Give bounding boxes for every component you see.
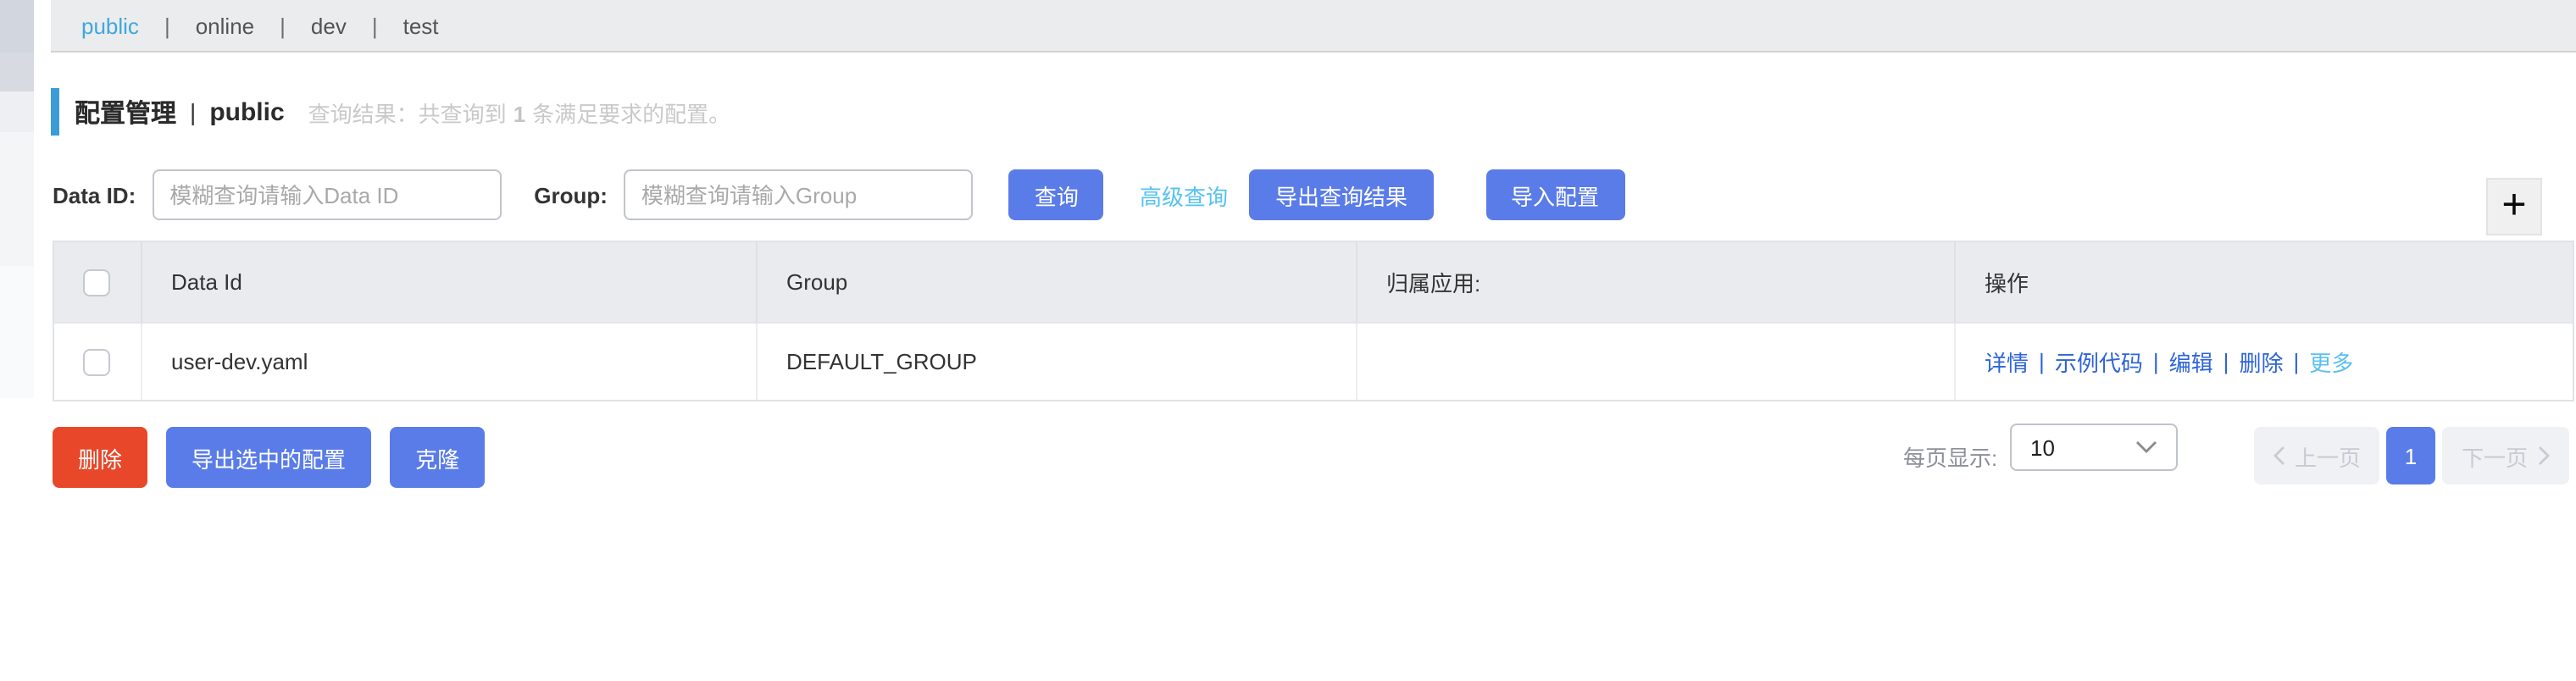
chevron-down-icon bbox=[2136, 441, 2157, 453]
action-separator: | bbox=[2039, 349, 2045, 374]
action-detail-link[interactable]: 详情 bbox=[1985, 346, 2029, 378]
row-checkbox[interactable] bbox=[83, 348, 110, 375]
action-sample-code-link[interactable]: 示例代码 bbox=[2055, 346, 2143, 378]
action-edit-link[interactable]: 编辑 bbox=[2169, 346, 2213, 378]
titlebar: 配置管理 | public 查询结果：共查询到 1 条满足要求的配置。 bbox=[51, 88, 730, 136]
current-page-button[interactable]: 1 bbox=[2386, 427, 2435, 484]
result-suffix: 条满足要求的配置。 bbox=[532, 101, 731, 126]
namespace-tab-online[interactable]: online bbox=[192, 13, 258, 38]
import-config-button[interactable]: 导入配置 bbox=[1485, 169, 1625, 220]
namespace-tabbar: public | online | dev | test bbox=[51, 0, 2576, 53]
group-input[interactable] bbox=[624, 169, 974, 220]
header-data-id: Data Id bbox=[142, 242, 758, 322]
header-group: Group bbox=[758, 242, 1357, 322]
export-results-button[interactable]: 导出查询结果 bbox=[1249, 169, 1433, 220]
left-strip-segment bbox=[0, 132, 34, 266]
prev-page-button[interactable]: 上一页 bbox=[2254, 427, 2379, 484]
export-selected-button[interactable]: 导出选中的配置 bbox=[166, 427, 372, 488]
left-strip-segment bbox=[0, 91, 34, 132]
header-checkbox-cell bbox=[54, 242, 142, 322]
search-form: Data ID: Group: 查询 高级查询 导出查询结果 导入配置 bbox=[53, 169, 1625, 220]
action-separator: | bbox=[2293, 349, 2300, 374]
page-size-value: 10 bbox=[2030, 435, 2055, 460]
cell-data-id: user-dev.yaml bbox=[142, 324, 758, 400]
next-page-label: 下一页 bbox=[2461, 445, 2528, 470]
tab-separator: | bbox=[280, 13, 286, 38]
table-header-row: Data Id Group 归属应用: 操作 bbox=[54, 242, 2573, 322]
data-id-label: Data ID: bbox=[53, 182, 136, 208]
app-root: public | online | dev | test 配置管理 | publ… bbox=[0, 0, 2576, 681]
group-label: Group: bbox=[534, 182, 608, 208]
action-delete-link[interactable]: 删除 bbox=[2239, 346, 2283, 378]
page-title: 配置管理 bbox=[75, 99, 177, 128]
header-actions: 操作 bbox=[1985, 271, 2029, 296]
cell-app bbox=[1357, 324, 1956, 400]
table-row: user-dev.yaml DEFAULT_GROUP 详情 | 示例代码 | … bbox=[54, 322, 2573, 400]
prev-page-label: 上一页 bbox=[2294, 445, 2361, 470]
tab-separator: | bbox=[164, 13, 170, 38]
cell-actions: 详情 | 示例代码 | 编辑 | 删除 | 更多 bbox=[1956, 324, 2573, 400]
bulk-actions: 删除 导出选中的配置 克隆 bbox=[53, 427, 486, 488]
delete-button[interactable]: 删除 bbox=[53, 427, 148, 488]
query-button[interactable]: 查询 bbox=[1008, 169, 1104, 220]
add-config-button[interactable]: + bbox=[2486, 178, 2542, 235]
plus-icon: + bbox=[2501, 180, 2527, 228]
clone-button[interactable]: 克隆 bbox=[390, 427, 486, 488]
config-table: Data Id Group 归属应用: 操作 user-dev.yaml DEF… bbox=[53, 241, 2574, 401]
left-strip-segment bbox=[0, 266, 34, 398]
select-all-checkbox[interactable] bbox=[83, 269, 110, 296]
result-count: 1 bbox=[513, 101, 526, 126]
namespace-tab-dev[interactable]: dev bbox=[308, 13, 350, 38]
title-accent-bar bbox=[51, 88, 59, 136]
row-checkbox-cell bbox=[54, 324, 142, 400]
header-app: 归属应用: bbox=[1357, 242, 1956, 322]
query-result-summary: 查询结果：共查询到 1 条满足要求的配置。 bbox=[308, 96, 731, 128]
namespace-tab-test[interactable]: test bbox=[400, 13, 442, 38]
current-namespace: public bbox=[209, 97, 285, 126]
result-prefix: 查询结果：共查询到 bbox=[308, 101, 507, 126]
data-id-input[interactable] bbox=[153, 169, 502, 220]
left-strip-segment bbox=[0, 0, 34, 53]
action-separator: | bbox=[2152, 349, 2159, 374]
cell-group: DEFAULT_GROUP bbox=[758, 324, 1357, 400]
page-size-select[interactable]: 10 bbox=[2010, 424, 2178, 471]
namespace-tab-public[interactable]: public bbox=[78, 13, 142, 38]
action-separator: | bbox=[2223, 349, 2229, 374]
advanced-query-link[interactable]: 高级查询 bbox=[1140, 179, 1228, 211]
next-page-button[interactable]: 下一页 bbox=[2442, 427, 2569, 484]
left-strip-segment bbox=[0, 53, 34, 91]
title-separator: | bbox=[190, 98, 197, 125]
action-more-link[interactable]: 更多 bbox=[2309, 346, 2353, 378]
chevron-left-icon bbox=[2273, 446, 2285, 465]
chevron-right-icon bbox=[2538, 446, 2549, 465]
tab-separator: | bbox=[371, 13, 378, 38]
page-size-label: 每页显示: bbox=[1903, 446, 1998, 471]
